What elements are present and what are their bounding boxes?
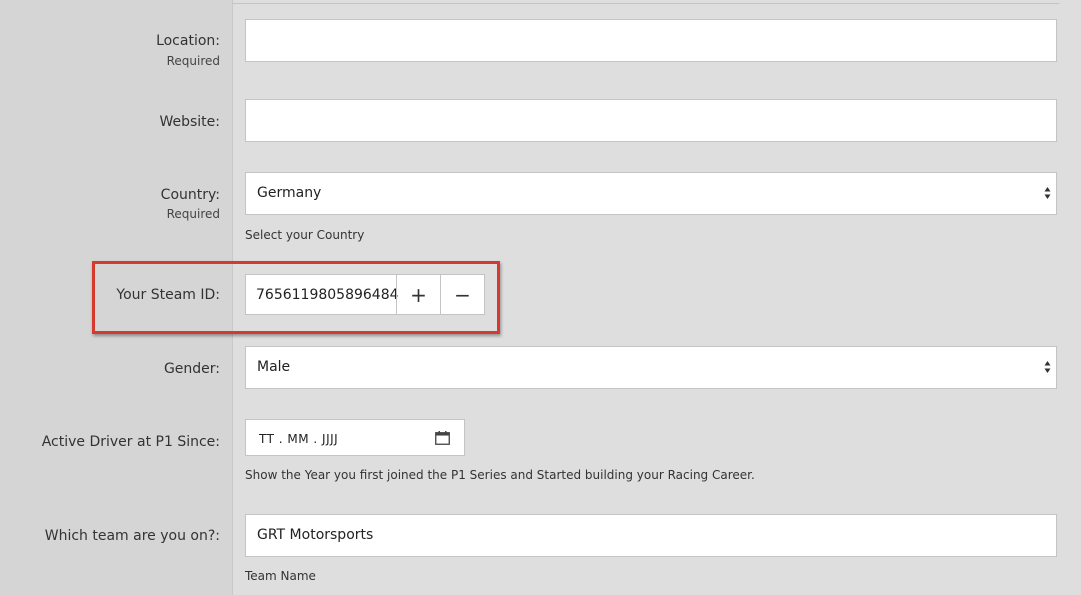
- country-help-text: Select your Country: [245, 228, 365, 242]
- active-since-date-input[interactable]: TT . MM . JJJJ: [245, 419, 465, 456]
- active-since-label: Active Driver at P1 Since:: [41, 434, 220, 450]
- section-divider: [233, 3, 1059, 4]
- location-required-note: Required: [166, 54, 220, 68]
- steam-id-highlight-box: [92, 261, 500, 334]
- gender-selected-value: Male: [257, 359, 291, 375]
- active-since-help-text: Show the Year you first joined the P1 Se…: [245, 468, 755, 482]
- gender-select[interactable]: Male: [245, 346, 1057, 389]
- updown-arrows-icon: [1044, 187, 1051, 199]
- gender-label: Gender:: [163, 361, 220, 377]
- country-selected-value: Germany: [257, 185, 322, 201]
- team-value: GRT Motorsports: [257, 527, 374, 543]
- location-label: Location:: [156, 33, 220, 49]
- location-input[interactable]: [245, 19, 1057, 62]
- updown-arrows-icon: [1044, 361, 1051, 373]
- team-help-text: Team Name: [245, 569, 316, 583]
- team-input[interactable]: GRT Motorsports: [245, 514, 1057, 557]
- country-select[interactable]: Germany: [245, 172, 1057, 215]
- website-input[interactable]: [245, 99, 1057, 142]
- team-label: Which team are you on?:: [44, 528, 220, 544]
- calendar-icon[interactable]: [435, 431, 450, 445]
- date-placeholder: TT . MM . JJJJ: [259, 432, 339, 446]
- country-label: Country:: [160, 187, 220, 203]
- country-required-note: Required: [166, 207, 220, 221]
- website-label: Website:: [159, 114, 220, 130]
